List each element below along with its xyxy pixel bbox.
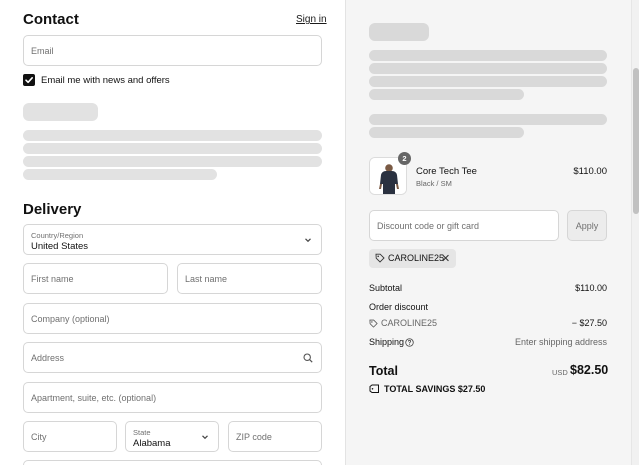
contact-heading: Contact (23, 11, 79, 28)
first-name-field[interactable]: First name (23, 263, 168, 294)
loading-skeleton (23, 130, 322, 141)
product-variant: Black / SM (416, 179, 452, 188)
checkout-form-panel: Contact Sign in Email Email me with news… (0, 0, 345, 465)
loading-skeleton (369, 127, 524, 138)
help-circle-icon[interactable] (405, 338, 414, 347)
discount-placeholder: Discount code or gift card (377, 221, 480, 231)
search-icon[interactable] (303, 353, 313, 363)
sign-in-link[interactable]: Sign in (296, 14, 327, 25)
city-field[interactable]: City (23, 421, 117, 452)
order-discount-code: CAROLINE25 (381, 318, 438, 328)
loading-skeleton (23, 156, 322, 167)
last-name-field[interactable]: Last name (177, 263, 322, 294)
loading-skeleton (369, 89, 524, 100)
email-field[interactable]: Email (23, 35, 322, 66)
quantity-badge: 2 (398, 152, 411, 165)
delivery-heading: Delivery (23, 201, 82, 218)
scrollbar-thumb[interactable] (633, 68, 639, 214)
subtotal-row: Subtotal $110.00 (369, 283, 607, 293)
order-discount-label: Order discount (369, 302, 429, 312)
company-placeholder: Company (optional) (31, 313, 110, 324)
last-name-placeholder: Last name (185, 273, 228, 284)
applied-code: CAROLINE25 (388, 253, 445, 263)
apartment-field[interactable]: Apartment, suite, etc. (optional) (23, 382, 322, 413)
country-label: Country/Region (31, 231, 84, 240)
address-field[interactable]: Address (23, 342, 322, 373)
loading-skeleton (369, 63, 607, 74)
loading-skeleton (23, 169, 217, 180)
product-price: $110.00 (573, 166, 607, 177)
chevron-down-icon (202, 434, 208, 439)
country-value: United States (31, 241, 89, 252)
check-icon (25, 77, 33, 84)
applied-discount-tag: CAROLINE25 ✕ (369, 249, 456, 268)
zip-placeholder: ZIP code (236, 431, 272, 442)
loading-skeleton (23, 143, 322, 154)
shipping-value: Enter shipping address (514, 337, 607, 347)
company-field[interactable]: Company (optional) (23, 303, 322, 334)
subtotal-label: Subtotal (369, 283, 403, 293)
apply-discount-button[interactable]: Apply (567, 210, 607, 241)
zip-field[interactable]: ZIP code (228, 421, 322, 452)
loading-skeleton (369, 50, 607, 61)
loading-skeleton (23, 103, 98, 121)
loading-skeleton (369, 23, 429, 41)
close-icon[interactable]: ✕ (441, 252, 450, 265)
discount-code-field[interactable]: Discount code or gift card (369, 210, 559, 241)
tag-icon (369, 384, 379, 393)
product-name: Core Tech Tee (416, 166, 477, 177)
tag-icon (369, 319, 378, 328)
city-placeholder: City (31, 431, 47, 442)
chevron-down-icon (305, 237, 311, 242)
total-label: Total (369, 364, 398, 378)
total-value: $82.50 (570, 363, 609, 377)
order-discount-value: − $27.50 (571, 318, 607, 328)
shipping-row: Shipping Enter shipping address (369, 337, 607, 347)
state-label: State (133, 428, 151, 437)
address-placeholder: Address (31, 352, 65, 363)
newsletter-checkbox[interactable] (23, 74, 35, 86)
shipping-label: Shipping (369, 337, 405, 347)
phone-field[interactable] (23, 460, 322, 465)
newsletter-label: Email me with news and offers (41, 75, 170, 86)
country-select[interactable]: Country/Region United States (23, 224, 322, 255)
loading-skeleton (369, 114, 607, 125)
order-discount-row: Order discount (369, 302, 607, 312)
state-value: Alabama (133, 438, 171, 449)
apartment-placeholder: Apartment, suite, etc. (optional) (31, 392, 157, 403)
loading-skeleton (369, 76, 607, 87)
total-currency: USD (552, 368, 568, 377)
first-name-placeholder: First name (31, 273, 74, 284)
tag-icon (375, 253, 385, 263)
subtotal-value: $110.00 (575, 283, 607, 293)
scrollbar[interactable] (631, 0, 639, 465)
email-placeholder: Email (31, 45, 54, 56)
total-savings: TOTAL SAVINGS $27.50 (384, 384, 486, 394)
state-select[interactable]: State Alabama (125, 421, 219, 452)
